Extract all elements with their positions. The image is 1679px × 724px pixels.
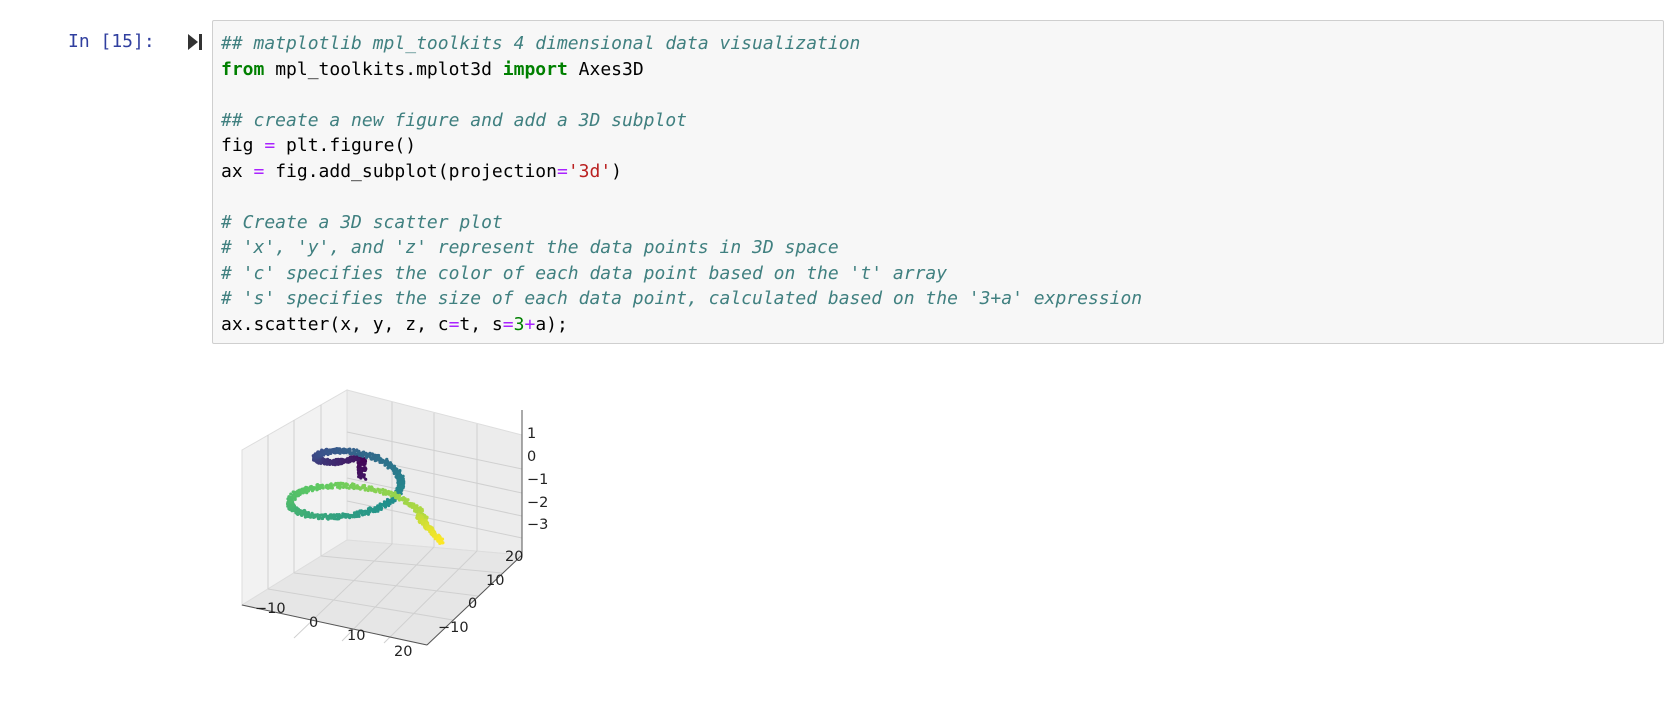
scatter-point xyxy=(313,515,317,519)
scatter-point xyxy=(388,498,393,502)
scatter-point xyxy=(344,448,348,452)
scatter-point xyxy=(406,498,410,502)
scatter-point xyxy=(330,449,334,453)
code-line: # 'c' specifies the color of each data p… xyxy=(221,262,948,284)
y-tick-label: 20 xyxy=(505,549,523,565)
scatter-point xyxy=(343,514,347,518)
scatter-point xyxy=(360,473,364,477)
scatter-point xyxy=(357,475,361,479)
code-line: ax = fig.add_subplot(projection='3d') xyxy=(221,160,623,182)
y-tick-label: 10 xyxy=(486,573,504,589)
z-tick-label: 1 xyxy=(527,426,536,442)
x-tick-label: 10 xyxy=(347,628,365,644)
scatter-point xyxy=(364,455,369,460)
code-line: # 's' specifies the size of each data po… xyxy=(221,288,1143,309)
scatter-point xyxy=(385,497,390,502)
scatter-point xyxy=(337,517,341,521)
scatter-point xyxy=(374,458,378,462)
scatter-point xyxy=(358,510,363,514)
scatter-point xyxy=(420,509,424,513)
scatter-point xyxy=(344,483,348,487)
scatter-point xyxy=(363,468,367,472)
scatter-point xyxy=(320,516,324,520)
scatter-point xyxy=(304,485,308,489)
scatter-point xyxy=(321,513,325,517)
scatter-point xyxy=(330,486,334,490)
scatter-point xyxy=(363,512,367,516)
scatter-point xyxy=(352,511,357,515)
scatter-point xyxy=(325,516,329,520)
scatter-point xyxy=(363,488,367,492)
code-line: # Create a 3D scatter plot xyxy=(221,211,503,233)
z-tick-label: 0 xyxy=(527,449,536,465)
code-line: from mpl_toolkits.mplot3d import Axes3D xyxy=(221,58,644,80)
scatter-point xyxy=(353,449,357,454)
scatter-point xyxy=(407,503,411,507)
scatter-point xyxy=(438,540,442,544)
run-cell-icon[interactable] xyxy=(186,31,204,53)
scatter-point xyxy=(378,490,382,494)
scatter-point xyxy=(321,486,325,490)
x-tick-label: −10 xyxy=(255,601,286,617)
cell-prompt: In [15]: xyxy=(68,31,155,52)
x-tick-label: 0 xyxy=(309,615,318,631)
scatter-point xyxy=(350,482,355,486)
z-tick-label: −3 xyxy=(527,517,548,533)
scatter-point xyxy=(316,450,321,455)
cell-output: 1 0 −1 −2 −3 −10 0 10 20 20 10 0 −10 xyxy=(212,370,612,720)
scatter-point xyxy=(327,451,331,455)
code-line: ## create a new figure and add a 3D subp… xyxy=(221,109,687,131)
code-line: ## matplotlib mpl_toolkits 4 dimensional… xyxy=(221,33,861,54)
z-tick-label: −2 xyxy=(527,495,548,511)
scatter-point xyxy=(332,517,336,521)
x-tick-label: 20 xyxy=(394,644,412,660)
scatter-point xyxy=(290,498,294,502)
scatter-3d-plot: 10−1−2−3−100102020100−10 xyxy=(240,389,548,660)
scatter-point xyxy=(364,477,368,481)
scatter-point xyxy=(371,454,375,459)
scatter-point xyxy=(336,462,340,466)
scatter-point xyxy=(347,515,351,519)
scatter-point xyxy=(335,513,339,517)
scatter-point xyxy=(413,506,417,510)
scatter-point xyxy=(362,484,366,488)
scatter-point xyxy=(348,448,352,452)
scatter-point xyxy=(292,494,296,498)
y-tick-label: 0 xyxy=(468,596,477,612)
scatter-point xyxy=(361,450,365,454)
scatter-point xyxy=(332,458,336,462)
z-tick-label: −1 xyxy=(527,472,548,488)
y-tick-label: −10 xyxy=(438,620,469,636)
scatter-point xyxy=(397,494,402,498)
code-cell-input[interactable]: ## matplotlib mpl_toolkits 4 dimensional… xyxy=(212,20,1664,344)
scatter-point xyxy=(363,461,367,466)
scatter-point xyxy=(421,520,425,524)
code-editor[interactable]: ## matplotlib mpl_toolkits 4 dimensional… xyxy=(221,31,1142,337)
scatter-point xyxy=(371,488,375,492)
code-line: # 'x', 'y', and 'z' represent the data p… xyxy=(221,237,839,258)
code-line: ax.scatter(x, y, z, c=t, s=3+a); xyxy=(221,313,568,335)
scatter-point xyxy=(386,490,390,494)
scatter-point xyxy=(375,508,379,513)
scatter-point xyxy=(289,492,293,496)
code-line: fig = plt.figure() xyxy=(221,135,417,156)
scatter-point xyxy=(347,486,351,490)
scatter-point xyxy=(320,448,324,452)
scatter-point xyxy=(373,506,377,510)
scatter-point xyxy=(374,490,378,494)
